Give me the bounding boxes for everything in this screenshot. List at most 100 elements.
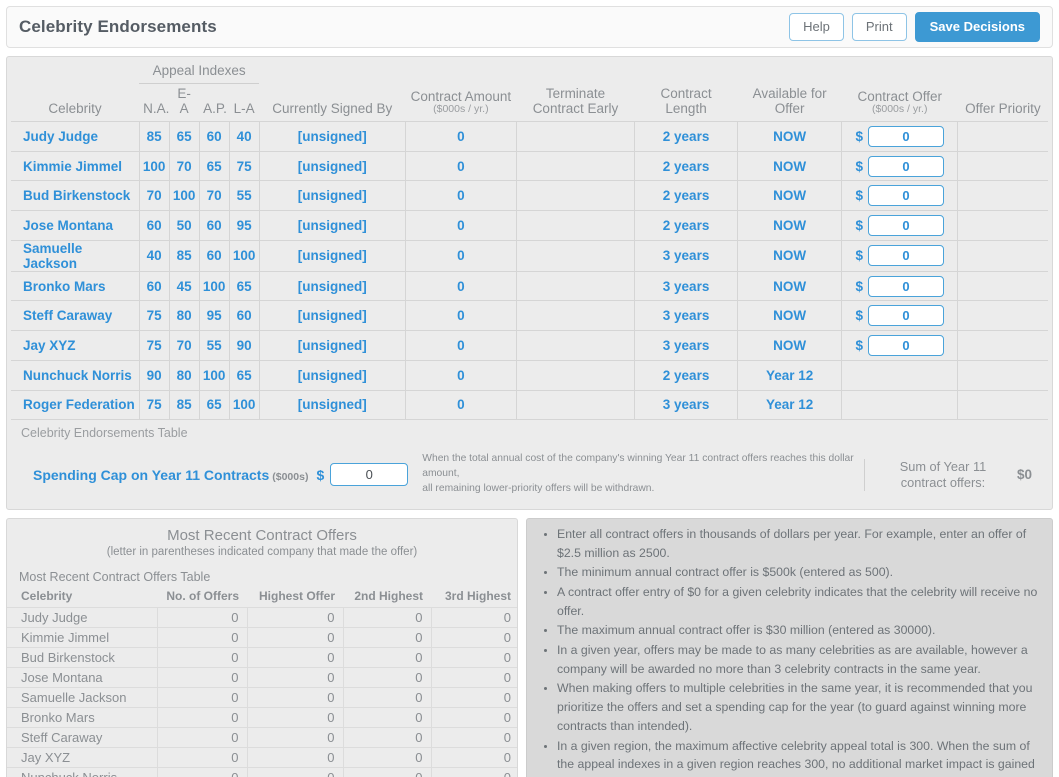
contract-offer-dollar-sign: $ <box>855 128 864 144</box>
contract-offer-input[interactable] <box>868 334 945 356</box>
cell-appeal-la: 55 <box>228 180 260 211</box>
group-header-spacer-6 <box>737 61 842 84</box>
col-header-contract-offer-units: ($000s / yr.) <box>872 103 928 116</box>
cell-appeal-ap: 65 <box>198 389 230 421</box>
cell-contract-offer[interactable]: $ <box>841 330 958 361</box>
col-header-contract-amount-text: Contract Amount <box>410 89 512 105</box>
recent-offers-cell-2nd-highest: 0 <box>342 706 431 728</box>
col-header-currently-signed-by: Currently Signed By <box>259 83 406 122</box>
cell-appeal-ap: 60 <box>198 210 230 241</box>
cell-contract-length: 2 years <box>634 121 738 152</box>
table-row: Samuelle Jackson 40 85 60 100 [unsigned] 0 3 ye… <box>11 239 1048 272</box>
cell-contract-amount: 0 <box>404 239 517 272</box>
col-header-na: N.A. <box>139 83 169 122</box>
contract-offer-input[interactable] <box>868 305 945 327</box>
cell-appeal-la: 90 <box>228 330 260 361</box>
cell-terminate-contract-early <box>515 389 635 421</box>
cell-appeal-ea: 80 <box>168 300 200 331</box>
recent-offers-cell-2nd-highest: 0 <box>342 726 431 748</box>
cell-contract-offer[interactable]: $ <box>841 121 958 152</box>
group-header-spacer-8 <box>957 61 1048 84</box>
cell-celebrity-name: Jay XYZ <box>11 330 140 361</box>
cell-contract-offer <box>841 359 958 390</box>
cell-appeal-na: 90 <box>138 359 170 390</box>
cell-offer-priority <box>957 330 1048 361</box>
contract-offer-input[interactable] <box>868 125 945 147</box>
table-row: Roger Federation 75 85 65 100 [unsigned] 0 3 ye… <box>11 389 1048 421</box>
cell-contract-amount: 0 <box>404 270 517 301</box>
recent-offers-cell-2nd-highest: 0 <box>342 686 431 708</box>
contract-offer-dollar-sign: $ <box>855 278 864 294</box>
cell-contract-offer[interactable]: $ <box>841 239 958 272</box>
instruction-item: In a given year, offers may be made to a… <box>557 641 1042 678</box>
sum-of-contract-offers-label: Sum of Year 11 contract offers: <box>899 458 987 490</box>
cell-offer-priority <box>957 300 1048 331</box>
cell-appeal-ea: 45 <box>168 270 200 301</box>
contract-offer-input[interactable] <box>868 245 945 267</box>
recent-offers-cell-2nd-highest: 0 <box>342 646 431 668</box>
group-header-spacer-7 <box>841 61 958 84</box>
cell-contract-offer[interactable]: $ <box>841 180 958 211</box>
spending-cap-input[interactable] <box>330 463 409 487</box>
table-row: Bud Birkenstock 0 0 0 0 <box>7 646 517 668</box>
contract-offer-input[interactable] <box>868 275 945 297</box>
contract-offer-dollar-sign: $ <box>855 217 864 233</box>
table-row: Nunchuck Norris 90 80 100 65 [unsigned] 0 2 yea… <box>11 359 1048 390</box>
help-button[interactable]: Help <box>789 12 844 42</box>
instructions-list: Enter all contract offers in thousands o… <box>531 525 1042 777</box>
recent-offers-cell-no-of-offers: 0 <box>156 706 247 728</box>
recent-offers-cell-no-of-offers: 0 <box>156 666 247 688</box>
spending-cap-label-text: Spending Cap on Year 11 Contracts <box>33 466 270 483</box>
cell-contract-length: 2 years <box>634 359 738 390</box>
cell-terminate-contract-early <box>515 121 635 152</box>
spending-cap-label: Spending Cap on Year 11 Contracts ($000s) <box>19 467 308 483</box>
col-header-terminate-contract-early: Terminate Contract Early <box>516 83 635 122</box>
spending-cap-note-line2: all remaining lower-priority offers will… <box>422 483 655 495</box>
cell-appeal-la: 75 <box>228 150 260 181</box>
contract-offer-wrapper: $ <box>845 275 954 297</box>
recent-offers-cell-highest-offer: 0 <box>246 626 343 648</box>
cell-appeal-la: 40 <box>228 121 260 152</box>
cell-available-for-offer: NOW <box>737 210 842 241</box>
cell-offer-priority <box>957 359 1048 390</box>
cell-contract-offer[interactable]: $ <box>841 300 958 331</box>
cell-appeal-ea: 70 <box>168 150 200 181</box>
recent-offers-caption: Most Recent Contract Offers Table <box>19 569 211 584</box>
cell-terminate-contract-early <box>515 270 635 301</box>
cell-available-for-offer: NOW <box>737 180 842 211</box>
contract-offer-dollar-sign: $ <box>855 188 864 204</box>
save-decisions-button[interactable]: Save Decisions <box>914 11 1040 43</box>
contract-offer-input[interactable] <box>868 214 945 236</box>
cell-contract-offer[interactable]: $ <box>841 150 958 181</box>
recent-offers-cell-no-of-offers: 0 <box>156 626 247 648</box>
print-button[interactable]: Print <box>851 12 907 42</box>
cell-appeal-ap: 60 <box>198 121 230 152</box>
cell-appeal-ea: 70 <box>168 330 200 361</box>
cell-offer-priority <box>957 239 1048 272</box>
cell-terminate-contract-early <box>515 359 635 390</box>
recent-offers-cell-highest-offer: 0 <box>246 706 343 728</box>
group-header-spacer-4 <box>516 61 635 84</box>
contract-offer-input[interactable] <box>868 185 945 207</box>
cell-appeal-na: 75 <box>138 330 170 361</box>
recent-offers-cell-3rd-highest: 0 <box>430 726 517 748</box>
contract-offer-dollar-sign: $ <box>855 337 864 353</box>
table-row: Samuelle Jackson 0 0 0 0 <box>7 686 517 708</box>
cell-contract-offer[interactable]: $ <box>841 270 958 301</box>
cell-appeal-na: 60 <box>138 210 170 241</box>
instruction-item: In a given region, the maximum affective… <box>557 737 1042 777</box>
recent-offers-cell-celebrity: Jay XYZ <box>7 746 157 768</box>
cell-terminate-contract-early <box>515 239 635 272</box>
celebrity-endorsements-panel: Appeal Indexes Celebrity N.A. E-A A.P. L… <box>6 56 1053 510</box>
table-row: Nunchuck Norris0000 <box>7 766 517 777</box>
cell-celebrity-name: Jose Montana <box>11 210 140 241</box>
cell-appeal-la: 95 <box>228 210 260 241</box>
contract-offer-input[interactable] <box>868 155 945 177</box>
recent-offers-cell-2nd-highest: 0 <box>342 766 431 777</box>
cell-offer-priority <box>957 210 1048 241</box>
cell-contract-length: 3 years <box>634 270 738 301</box>
cell-available-for-offer: Year 12 <box>737 389 842 421</box>
cell-appeal-ap: 70 <box>198 180 230 211</box>
cell-appeal-na: 70 <box>138 180 170 211</box>
cell-contract-offer[interactable]: $ <box>841 210 958 241</box>
